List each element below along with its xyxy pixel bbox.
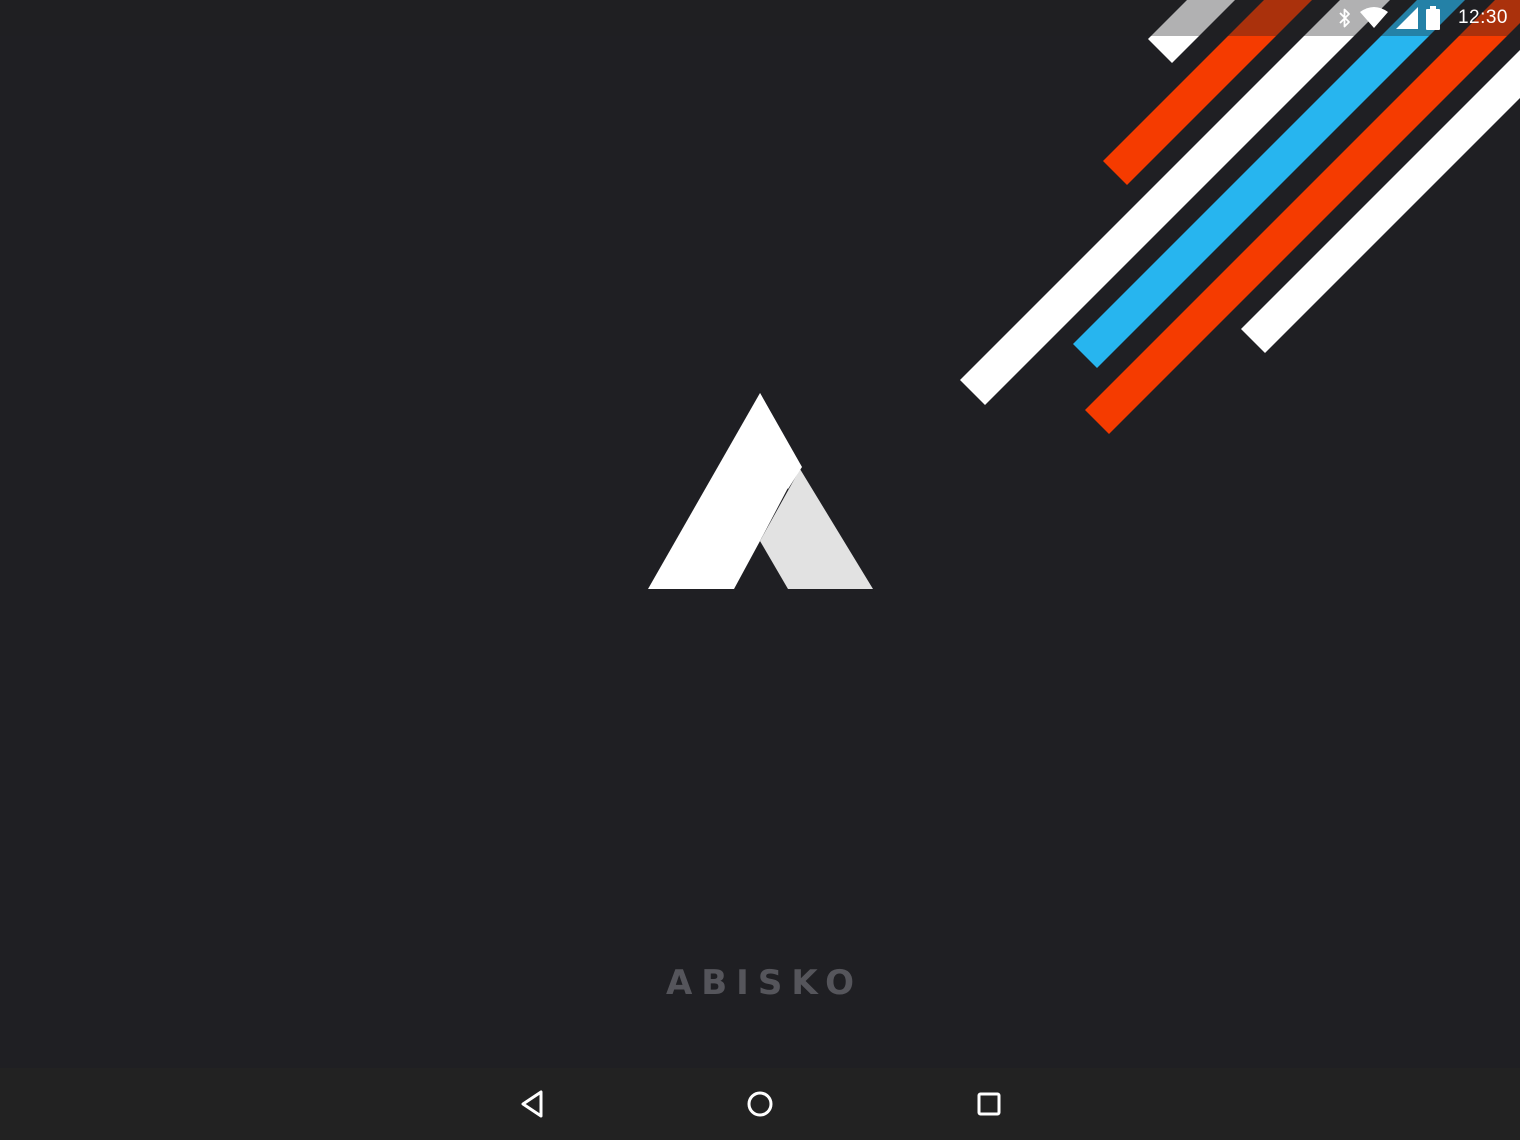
wifi-icon	[1359, 7, 1388, 29]
brand-name: ABISKO	[665, 963, 864, 1003]
recents-square-icon	[977, 1092, 1001, 1116]
back-button[interactable]	[513, 1084, 553, 1124]
stripe-white-right	[1241, 50, 1520, 353]
status-icons: 12:30	[1338, 0, 1508, 36]
home-circle-icon	[747, 1091, 773, 1117]
stripe-blue	[1073, 0, 1465, 368]
stripe-orange-lower	[1085, 0, 1520, 434]
back-triangle-icon	[521, 1090, 543, 1118]
navigation-bar	[0, 1068, 1520, 1140]
home-button[interactable]	[740, 1084, 780, 1124]
splash-screen: 12:30 ABISKO	[0, 0, 1520, 1140]
battery-icon	[1425, 6, 1440, 30]
bluetooth-icon	[1338, 7, 1352, 29]
cell-signal-icon	[1395, 7, 1418, 29]
recents-button[interactable]	[969, 1084, 1009, 1124]
status-bar: 12:30	[0, 0, 1520, 36]
status-time: 12:30	[1457, 7, 1508, 28]
stripe-white-long	[960, 0, 1390, 405]
app-logo	[648, 393, 873, 589]
